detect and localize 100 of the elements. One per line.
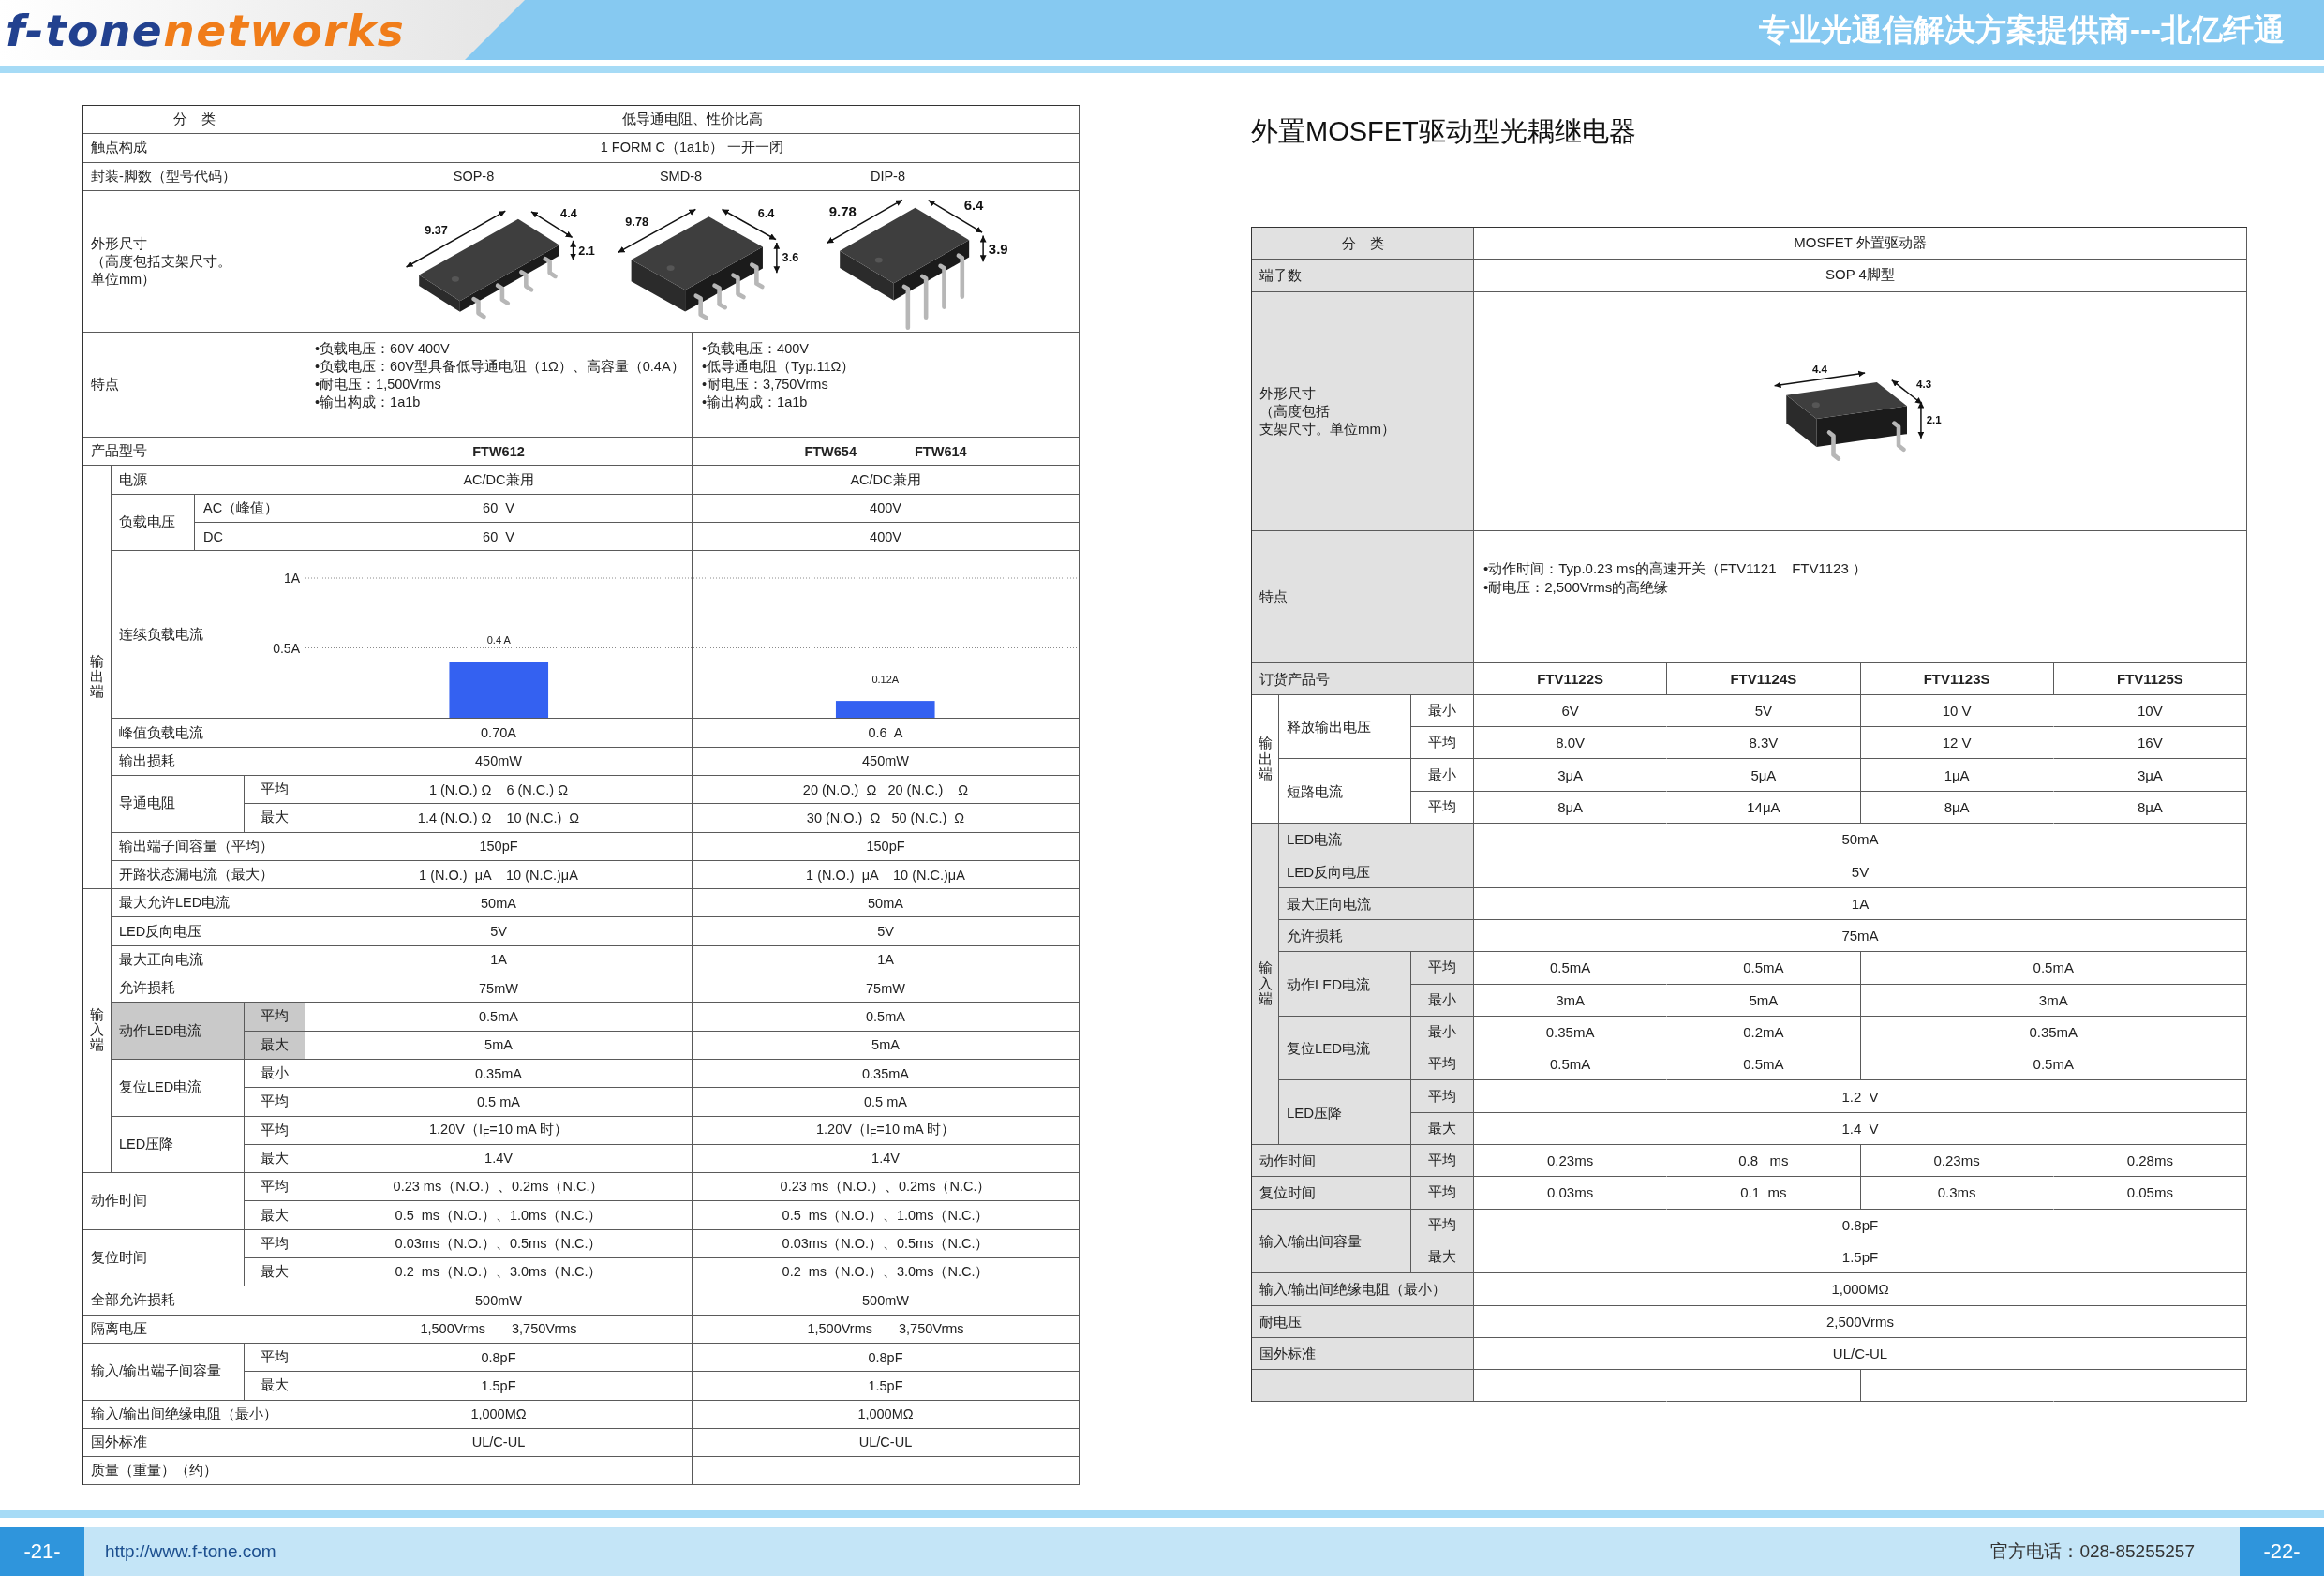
sub-label: 平均	[1411, 1209, 1474, 1241]
table-cell: 6V	[1474, 694, 1668, 728]
table-cell: 1.4V	[693, 1144, 1080, 1174]
table-cell: 0.23 ms（N.O.）、0.2ms（N.C.）	[693, 1173, 1080, 1202]
dimension-label: 3.6	[782, 251, 798, 265]
row-label: 分 类	[83, 106, 305, 135]
table-cell: 5V	[305, 917, 693, 946]
row-label: 特点	[83, 333, 305, 439]
row-label: 最大正向电流	[1279, 887, 1474, 920]
row-label: 复位时间	[1252, 1177, 1411, 1210]
table-cell: 5mA	[693, 1031, 1080, 1060]
table-cell: 3μA	[1474, 759, 1668, 792]
feature-text: •负载电压：60V 400V	[315, 340, 450, 359]
table-cell: 0.35mA	[693, 1059, 1080, 1089]
package-name: SOP-8	[453, 169, 495, 185]
row-label: 外形尺寸	[1259, 384, 1316, 403]
row-label: 国外标准	[1252, 1337, 1474, 1371]
feature-text: •耐电压：2,500Vrms的高绝缘	[1483, 577, 1669, 597]
sub-label: 最小	[1411, 759, 1474, 792]
table-cell: 0.5mA	[1860, 952, 2247, 985]
dimension-label: 9.78	[624, 216, 648, 230]
sub-label: 平均	[1411, 952, 1474, 985]
table-cell: 3mA	[1860, 984, 2247, 1017]
feature-text: •负载电压：60V型具备低导通电阻（1Ω）、高容量（0.4A）	[315, 358, 685, 377]
sub-label: 平均	[1411, 1048, 1474, 1081]
row-label: 输入/输出间容量	[1252, 1209, 1411, 1274]
table-cell: 0.2 ms（N.O.）、3.0ms（N.C.）	[305, 1258, 693, 1287]
table-cell: SOP 4脚型	[1474, 260, 2247, 292]
website-url: http://www.f-tone.com	[105, 1541, 276, 1562]
sub-label: 平均	[245, 1088, 305, 1117]
bar-value-label: 0.12A	[872, 674, 900, 686]
row-label: 外形尺寸	[91, 234, 147, 253]
sub-label: 最大	[245, 1144, 305, 1174]
sub-label: DC	[195, 523, 305, 552]
feature-text: •耐电压：1,500Vrms	[315, 376, 441, 394]
dimension-label: 4.4	[1811, 364, 1827, 376]
feature-text: •耐电压：3,750Vrms	[702, 376, 828, 394]
row-label: 端子数	[1252, 260, 1474, 292]
group-label: 输入端	[1252, 824, 1279, 1146]
table-cell: 0.5mA	[305, 1003, 693, 1032]
table-cell: 0.5mA	[693, 1003, 1080, 1032]
row-label: 订货产品号	[1252, 662, 1474, 695]
table-cell: 50mA	[693, 889, 1080, 918]
dimension-label: 9.37	[425, 223, 448, 237]
row-label: 复位LED电流	[1279, 1016, 1411, 1081]
row-label: 导通电阻	[112, 775, 245, 833]
row-label: 输入/输出端子间容量	[83, 1343, 245, 1401]
row-label: 国外标准	[83, 1428, 305, 1458]
table-cell: 0.5 ms（N.O.）、1.0ms（N.C.）	[693, 1201, 1080, 1230]
table-cell: 0.8pF	[693, 1343, 1080, 1373]
table-cell: 12 V	[1860, 727, 2054, 760]
table-cell: MOSFET 外置驱动器	[1474, 228, 2247, 260]
table-cell: 1A	[305, 945, 693, 975]
row-label: 支架尺寸。单位mm）	[1259, 420, 1395, 439]
table-cell: 0.2 ms（N.O.）、3.0ms（N.C.）	[693, 1258, 1080, 1287]
feature-text: •输出构成：1a1b	[702, 394, 808, 412]
table-cell: 0.5mA	[1860, 1048, 2247, 1081]
table-cell: 1.5pF	[1474, 1241, 2247, 1274]
package-name: DIP-8	[870, 169, 906, 185]
table-cell: 8μA	[1474, 791, 1668, 825]
model-name: FTW614	[915, 443, 967, 459]
table-cell: 1.4 (N.O.) Ω 10 (N.C.) Ω	[305, 804, 693, 833]
table-cell: 0.3ms	[1860, 1177, 2054, 1210]
table-cell: 0.35mA	[1860, 1016, 2247, 1049]
table-cell: 1.20V（I$_{F}$=10 mA 时）	[305, 1116, 693, 1145]
model-name: FTV1122S	[1474, 662, 1668, 695]
sub-label: 最小	[1411, 1016, 1474, 1049]
table-cell: 5V	[1667, 694, 1861, 728]
table-cell: 0.5mA	[1667, 952, 1861, 985]
row-label: 动作时间	[83, 1173, 245, 1230]
sub-label: 平均	[245, 1116, 305, 1145]
dimension-label: 4.4	[560, 207, 577, 221]
model-name: FTV1123S	[1860, 662, 2054, 695]
table-cell: 1,000MΩ	[693, 1400, 1080, 1429]
sub-label: 平均	[1411, 1080, 1474, 1113]
row-label: 释放输出电压	[1279, 694, 1411, 760]
sub-label: 最大	[1411, 1241, 1474, 1274]
table-cell: 10V	[2053, 694, 2247, 728]
row-label: 特点	[1252, 530, 1474, 663]
table-cell: 1 (N.O.) μA 10 (N.C.)μA	[693, 860, 1080, 890]
table-cell: 1A	[693, 945, 1080, 975]
table-cell: 16V	[2053, 727, 2247, 760]
model-name: FTV1124S	[1667, 662, 1861, 695]
sub-label: AC（峰值）	[195, 494, 305, 524]
table-cell: 1.5pF	[693, 1372, 1080, 1401]
row-label: 触点构成	[83, 134, 305, 163]
table-cell: 0.28ms	[2053, 1145, 2247, 1178]
sub-label: 平均	[245, 1003, 305, 1032]
table-cell: 1.20V（I$_{F}$=10 mA 时）	[693, 1116, 1080, 1145]
sub-label: 平均	[1411, 1177, 1474, 1210]
table-cell: 50mA	[305, 889, 693, 918]
sub-label: 平均	[245, 1343, 305, 1373]
feature-text: •输出构成：1a1b	[315, 394, 421, 412]
page-title: 外置MOSFET驱动型光耦继电器	[1251, 115, 1636, 148]
table-cell: 1.4V	[305, 1144, 693, 1174]
model-name: FTW654	[804, 443, 857, 459]
row-label: （高度包括	[1259, 402, 1330, 421]
sub-label: 最大	[1411, 1112, 1474, 1146]
table-cell: 400V	[693, 523, 1080, 552]
row-label: 单位mm）	[91, 270, 156, 289]
